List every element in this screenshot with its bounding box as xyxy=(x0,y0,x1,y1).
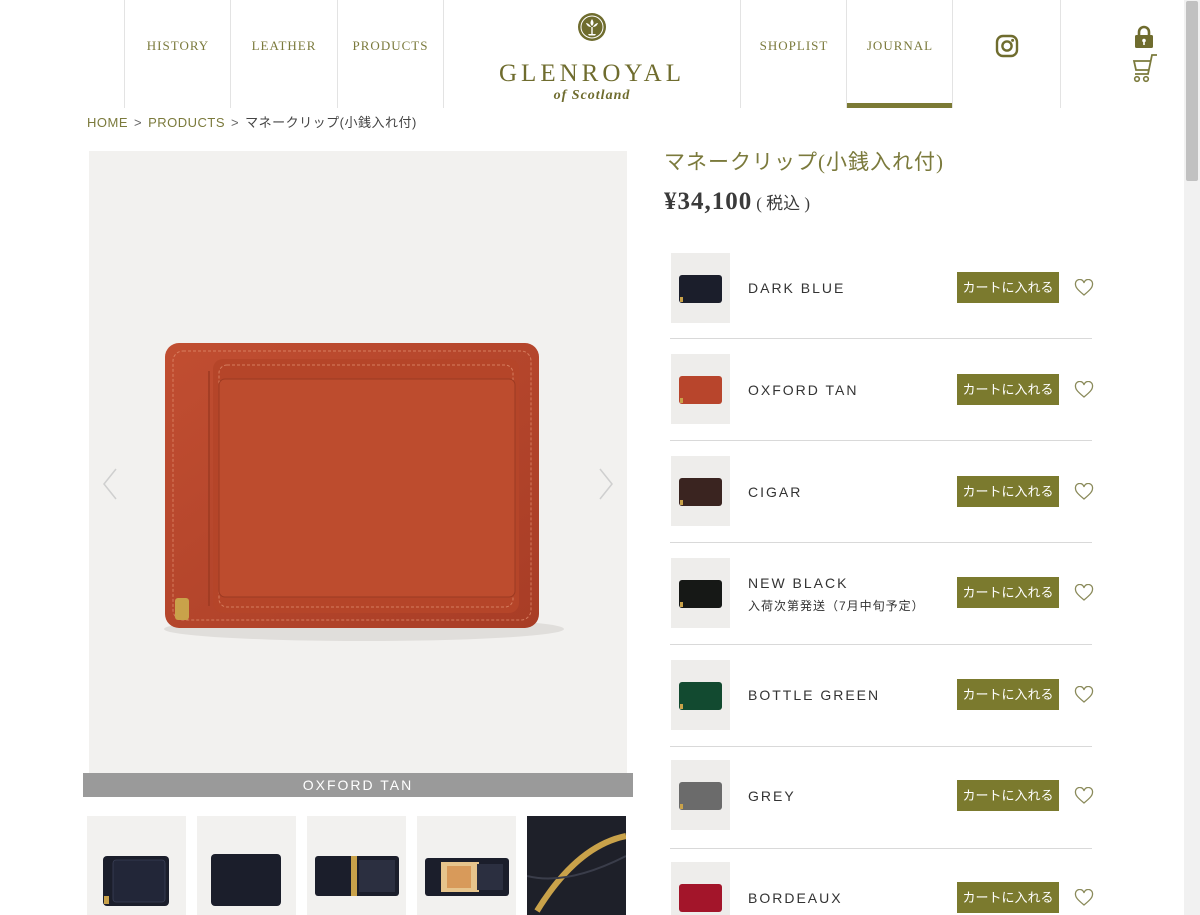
variant-name: GREY xyxy=(748,788,796,804)
breadcrumb-home[interactable]: HOME xyxy=(87,115,128,130)
heart-icon[interactable] xyxy=(1074,483,1094,501)
heart-icon[interactable] xyxy=(1074,686,1094,704)
product-title: マネークリップ(小銭入れ付) xyxy=(664,150,944,174)
variant-thumbnail[interactable] xyxy=(671,253,730,323)
nav-products[interactable]: PRODUCTS xyxy=(337,0,444,108)
variant-swatch xyxy=(679,884,722,912)
variant-swatch xyxy=(679,478,722,506)
variant-thumbnail[interactable] xyxy=(671,660,730,730)
variant-swatch xyxy=(679,782,722,810)
add-to-cart-button[interactable]: カートに入れる xyxy=(957,780,1059,811)
variant-thumbnail[interactable] xyxy=(671,862,730,915)
brand-name: GLENROYAL xyxy=(499,60,685,87)
gallery-thumbnail[interactable] xyxy=(307,816,406,915)
variant-swatch xyxy=(679,682,722,710)
page-scrollbar[interactable] xyxy=(1184,0,1200,915)
nav-instagram[interactable] xyxy=(952,0,1061,108)
brand-logo[interactable]: GLENROYAL of Scotland xyxy=(480,10,704,103)
breadcrumb-separator: > xyxy=(231,115,240,130)
lock-icon[interactable] xyxy=(1133,25,1155,49)
cart-icon[interactable] xyxy=(1131,53,1159,83)
scrollbar-thumb[interactable] xyxy=(1186,1,1198,181)
thumbnail-image xyxy=(103,856,169,906)
variant-swatch xyxy=(679,275,722,303)
nav-journal[interactable]: JOURNAL xyxy=(846,0,953,108)
price-tax-note: ( 税込 ) xyxy=(756,194,811,213)
variant-thumbnail[interactable] xyxy=(671,760,730,830)
variant-name: OXFORD TAN xyxy=(748,382,859,398)
nav-shoplist[interactable]: SHOPLIST xyxy=(740,0,847,108)
nav-leather-label: LEATHER xyxy=(251,38,317,53)
variant-row: CIGAR カートに入れる xyxy=(670,441,1094,543)
add-to-cart-button[interactable]: カートに入れる xyxy=(957,679,1059,710)
add-to-cart-button[interactable]: カートに入れる xyxy=(957,374,1059,405)
nav-history[interactable]: HISTORY xyxy=(124,0,231,108)
gallery-thumbnail[interactable] xyxy=(197,816,296,915)
variant-row: DARK BLUE カートに入れる xyxy=(670,237,1094,339)
add-to-cart-button[interactable]: カートに入れる xyxy=(957,476,1059,507)
variant-row: NEW BLACK 入荷次第発送（7月中旬予定） カートに入れる xyxy=(670,543,1094,645)
nav-history-label: HISTORY xyxy=(146,38,210,53)
variant-swatch xyxy=(679,376,722,404)
nav-shoplist-label: SHOPLIST xyxy=(759,38,829,53)
heart-icon[interactable] xyxy=(1074,279,1094,297)
breadcrumb: HOME > PRODUCTS > マネークリップ(小銭入れ付) xyxy=(87,112,417,131)
instagram-icon xyxy=(995,34,1018,58)
add-to-cart-button[interactable]: カートに入れる xyxy=(957,577,1059,608)
price-value: ¥34,100 xyxy=(664,188,753,215)
breadcrumb-current: マネークリップ(小銭入れ付) xyxy=(245,115,417,130)
add-to-cart-button[interactable]: カートに入れる xyxy=(957,272,1059,303)
thumbnail-image xyxy=(315,856,399,896)
gallery-thumbnail[interactable] xyxy=(87,816,186,915)
site-header: HISTORY LEATHER PRODUCTS GLENROYAL of Sc… xyxy=(0,0,1184,108)
variant-thumbnail[interactable] xyxy=(671,354,730,424)
wallet-photo xyxy=(164,343,564,641)
thumbnail-image xyxy=(425,858,509,896)
heart-icon[interactable] xyxy=(1074,889,1094,907)
nav-journal-label: JOURNAL xyxy=(866,38,934,53)
variant-name: BORDEAUX xyxy=(748,890,843,906)
heart-icon[interactable] xyxy=(1074,787,1094,805)
heart-icon[interactable] xyxy=(1074,381,1094,399)
image-caption: OXFORD TAN xyxy=(83,773,633,797)
brand-emblem-icon xyxy=(578,13,606,41)
breadcrumb-products[interactable]: PRODUCTS xyxy=(148,115,225,130)
variant-row: GREY カートに入れる xyxy=(670,747,1094,849)
variant-name: DARK BLUE xyxy=(748,280,846,296)
variant-row: BOTTLE GREEN カートに入れる xyxy=(670,645,1094,747)
variant-stock-note: 入荷次第発送（7月中旬予定） xyxy=(748,599,925,613)
main-product-image xyxy=(89,151,627,773)
nav-leather[interactable]: LEATHER xyxy=(230,0,337,108)
variant-name: NEW BLACK xyxy=(748,575,849,591)
chevron-right-icon[interactable] xyxy=(596,466,616,502)
add-to-cart-button[interactable]: カートに入れる xyxy=(957,882,1059,913)
nav-products-label: PRODUCTS xyxy=(352,38,429,53)
breadcrumb-separator: > xyxy=(134,115,143,130)
brand-subtitle: of Scotland xyxy=(553,88,631,103)
thumbnail-image xyxy=(211,854,281,906)
variant-thumbnail[interactable] xyxy=(671,558,730,628)
variant-swatch xyxy=(679,580,722,608)
thumbnail-image xyxy=(527,816,626,915)
variant-name: CIGAR xyxy=(748,484,803,500)
gallery-thumbnail[interactable] xyxy=(527,816,626,915)
variant-thumbnail[interactable] xyxy=(671,456,730,526)
product-price: ¥34,100( 税込 ) xyxy=(664,188,810,216)
chevron-left-icon[interactable] xyxy=(100,466,120,502)
variant-row: BORDEAUX カートに入れる xyxy=(670,849,1094,915)
heart-icon[interactable] xyxy=(1074,584,1094,602)
variant-row: OXFORD TAN カートに入れる xyxy=(670,339,1094,441)
gallery-thumbnail[interactable] xyxy=(417,816,516,915)
variant-name: BOTTLE GREEN xyxy=(748,687,881,703)
